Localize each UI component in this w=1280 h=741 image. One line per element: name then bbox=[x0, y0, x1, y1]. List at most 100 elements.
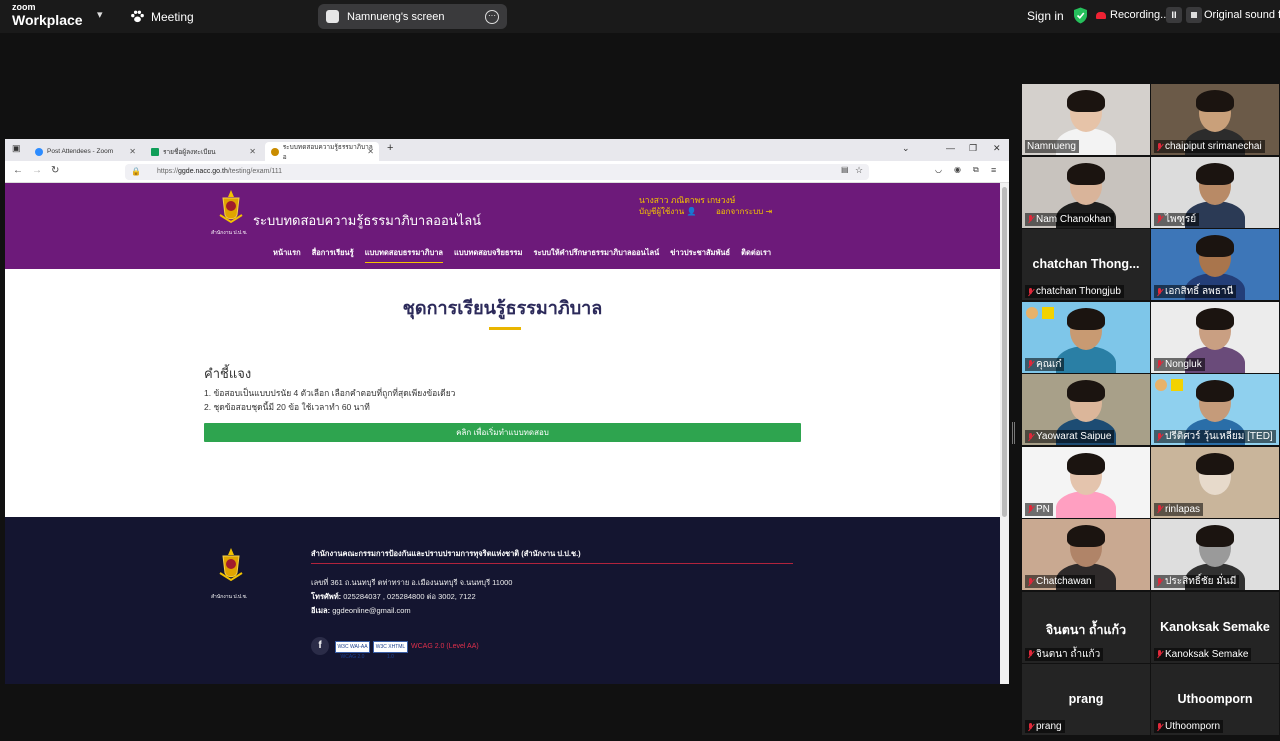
shield-check-icon[interactable] bbox=[1073, 7, 1088, 24]
tab-exam-site[interactable]: ระบบทดสอบความรู้ธรรมาภิบาลอ ✕ bbox=[265, 142, 379, 161]
sign-in-button[interactable]: Sign in bbox=[1027, 9, 1064, 23]
site-main-menu: หน้าแรก สื่อการเรียนรู้ แบบทดสอบธรรมาภิบ… bbox=[273, 247, 771, 263]
participant-tile[interactable]: Namnueng bbox=[1022, 84, 1150, 155]
participant-display-name: Kanoksak Semake bbox=[1160, 619, 1270, 634]
paw-icon bbox=[131, 10, 144, 23]
account-link[interactable]: บัญชีผู้ใช้งาน 👤 bbox=[639, 205, 696, 218]
main-content: ชุดการเรียนรู้ธรรมาภิบาล คำชี้แจง 1. ข้อ… bbox=[5, 269, 1000, 517]
participant-tile[interactable]: chaipiput srimanechai bbox=[1151, 84, 1279, 155]
menu-ethics-test[interactable]: แบบทดสอบจริยธรรม bbox=[454, 247, 522, 263]
participant-name-label: จินตนา ถ้ำแก้ว bbox=[1025, 647, 1104, 661]
close-icon[interactable]: ✕ bbox=[367, 147, 374, 156]
participant-name-label: ไพฑูรย์ bbox=[1154, 212, 1200, 226]
muted-mic-icon bbox=[1156, 577, 1163, 587]
more-icon[interactable]: ··· bbox=[485, 9, 499, 24]
muted-mic-icon bbox=[1156, 722, 1163, 732]
menu-learning-media[interactable]: สื่อการเรียนรู้ bbox=[312, 247, 354, 263]
participant-tile[interactable]: จินตนา ถ้ำแก้ว จินตนา ถ้ำแก้ว bbox=[1022, 591, 1150, 663]
participant-tile[interactable]: Nongluk bbox=[1151, 301, 1279, 373]
participant-tile[interactable]: Uthoomporn Uthoomporn bbox=[1151, 664, 1279, 735]
screen-share-indicator[interactable]: Namnueng's screen ··· bbox=[318, 4, 507, 29]
minimize-button[interactable]: — bbox=[946, 143, 955, 153]
participant-name-label: PN bbox=[1025, 502, 1053, 516]
participant-tile[interactable]: Nam Chanokhan bbox=[1022, 156, 1150, 228]
participant-tile[interactable]: chatchan Thong... chatchan Thongjub bbox=[1022, 229, 1150, 300]
participant-tile[interactable]: prang prang bbox=[1022, 664, 1150, 735]
instructions-title: คำชี้แจง bbox=[204, 366, 252, 381]
tab-post-attendees[interactable]: Post Attendees - Zoom ✕ bbox=[29, 142, 141, 161]
muted-mic-icon bbox=[1027, 649, 1034, 659]
participant-name-label: Nongluk bbox=[1154, 357, 1205, 371]
close-icon[interactable]: ✕ bbox=[249, 147, 256, 156]
site-icon bbox=[271, 147, 279, 156]
participant-tile[interactable]: Kanoksak Semake Kanoksak Semake bbox=[1151, 591, 1279, 663]
browser-nav-bar: ← → ↻ 🔒 https://ggde.nacc.go.th/testing/… bbox=[5, 161, 1009, 183]
menu-home[interactable]: หน้าแรก bbox=[273, 247, 301, 263]
participant-name-label: Chatchawan bbox=[1025, 575, 1095, 588]
participant-name-label: เอกสิทธิ์ ลพธานี bbox=[1154, 285, 1237, 298]
zoom-icon bbox=[35, 147, 43, 156]
muted-mic-icon bbox=[1027, 504, 1034, 514]
sheet-icon bbox=[151, 147, 159, 156]
pause-recording-button[interactable]: II bbox=[1166, 7, 1182, 23]
back-icon[interactable]: ← bbox=[13, 165, 23, 176]
facebook-icon[interactable]: f bbox=[311, 637, 329, 655]
participant-tile[interactable]: Chatchawan bbox=[1022, 519, 1150, 590]
new-tab-button[interactable]: + bbox=[387, 142, 393, 154]
participant-name-label: Uthoomporn bbox=[1154, 720, 1224, 733]
stop-recording-button[interactable] bbox=[1186, 7, 1202, 23]
close-icon[interactable]: ✕ bbox=[129, 147, 136, 156]
logout-link[interactable]: ออกจากระบบ ⇥ bbox=[716, 205, 772, 218]
nacc-emblem-icon bbox=[219, 548, 243, 582]
participant-tile[interactable]: เอกสิทธิ์ ลพธานี bbox=[1151, 229, 1279, 300]
page-scrollbar[interactable] bbox=[1000, 183, 1009, 684]
footer-address: เลขที่ 361 ถ.นนทบุรี ตท่าทราย อ.เมืองนนท… bbox=[311, 578, 513, 587]
forward-icon[interactable]: → bbox=[32, 165, 42, 176]
participant-gallery: Namnueng chaipiput srimanechai Nam Chanokh… bbox=[1020, 84, 1280, 741]
restore-button[interactable]: ❐ bbox=[969, 143, 977, 154]
participant-tile[interactable]: ประสิทธิ์ชัย มั่นมี bbox=[1151, 519, 1279, 590]
tab-list-icon[interactable]: ▣ bbox=[12, 143, 21, 154]
participant-name-label: คุณเก๋ bbox=[1025, 357, 1065, 371]
meeting-button[interactable]: Meeting bbox=[130, 9, 194, 24]
reload-icon[interactable]: ↻ bbox=[51, 165, 59, 176]
menu-news[interactable]: ข่าวประชาสัมพันธ์ bbox=[670, 247, 730, 263]
participant-tile[interactable]: rinlapas bbox=[1151, 446, 1279, 518]
menu-icon[interactable]: ≡ bbox=[991, 165, 996, 175]
participant-name-label: prang bbox=[1025, 720, 1065, 733]
app-icon bbox=[1042, 306, 1054, 319]
menu-contact[interactable]: ติดต่อเรา bbox=[741, 247, 771, 263]
participant-tile[interactable]: คุณเก๋ bbox=[1022, 301, 1150, 373]
original-sound-toggle[interactable]: Original sound f bbox=[1204, 9, 1280, 21]
bookmark-star-icon[interactable]: ☆ bbox=[855, 165, 863, 176]
muted-mic-icon bbox=[1156, 504, 1163, 514]
participant-tile[interactable]: PN bbox=[1022, 446, 1150, 518]
url-bar[interactable]: 🔒 https://ggde.nacc.go.th/testing/exam/1… bbox=[125, 164, 869, 180]
participant-name-label: Namnueng bbox=[1025, 140, 1079, 153]
muted-mic-icon bbox=[1156, 649, 1163, 659]
exam-website: สำนักงาน ป.ป.ช. ระบบทดสอบความรู้ธรรมาภิบ… bbox=[5, 183, 1000, 684]
xhtml-badge[interactable]: W3C XHTML 1.0 bbox=[373, 641, 408, 660]
start-test-button[interactable]: คลิก เพื่อเริ่มทำแบบทดสอบ bbox=[204, 423, 801, 442]
close-window-button[interactable]: ✕ bbox=[993, 143, 1001, 154]
participant-tile[interactable]: ไพฑูรย์ bbox=[1151, 156, 1279, 228]
shared-browser-window: ▣ Post Attendees - Zoom ✕ รายชื่อผู้ลงทะ… bbox=[5, 139, 1009, 684]
participant-tile[interactable]: Yaowarat Saipue bbox=[1022, 374, 1150, 445]
tab-registrants[interactable]: รายชื่อผู้ลงทะเบียน ✕ bbox=[145, 142, 261, 161]
chevron-down-icon[interactable]: ⌄ bbox=[902, 143, 910, 154]
footer-divider bbox=[311, 563, 793, 564]
muted-mic-icon bbox=[1027, 432, 1034, 442]
pocket-icon[interactable]: ◡ bbox=[935, 165, 942, 174]
site-header: สำนักงาน ป.ป.ช. ระบบทดสอบความรู้ธรรมาภิบ… bbox=[5, 183, 1000, 269]
extensions-icon[interactable]: ⧉ bbox=[973, 165, 979, 175]
panel-resize-handle[interactable] bbox=[1012, 422, 1015, 444]
chevron-down-icon[interactable]: ▾ bbox=[97, 8, 103, 21]
menu-governance-test[interactable]: แบบทดสอบธรรมาภิบาล bbox=[364, 247, 444, 263]
account-icon[interactable]: ◉ bbox=[954, 165, 961, 174]
menu-consulting[interactable]: ระบบให้คำปรึกษาธรรมาภิบาลออนไลน์ bbox=[533, 247, 659, 263]
nacc-emblem-icon bbox=[219, 190, 243, 224]
reader-icon[interactable]: ▤ bbox=[841, 165, 849, 174]
participant-display-name: จินตนา ถ้ำแก้ว bbox=[1045, 622, 1127, 637]
participant-tile[interactable]: ปรีติศวร์ วุ้นเหลี่ยม [TED] bbox=[1151, 374, 1279, 445]
wcag-badge[interactable]: W3C WAI-AA WCAG 2.0 bbox=[335, 641, 370, 660]
